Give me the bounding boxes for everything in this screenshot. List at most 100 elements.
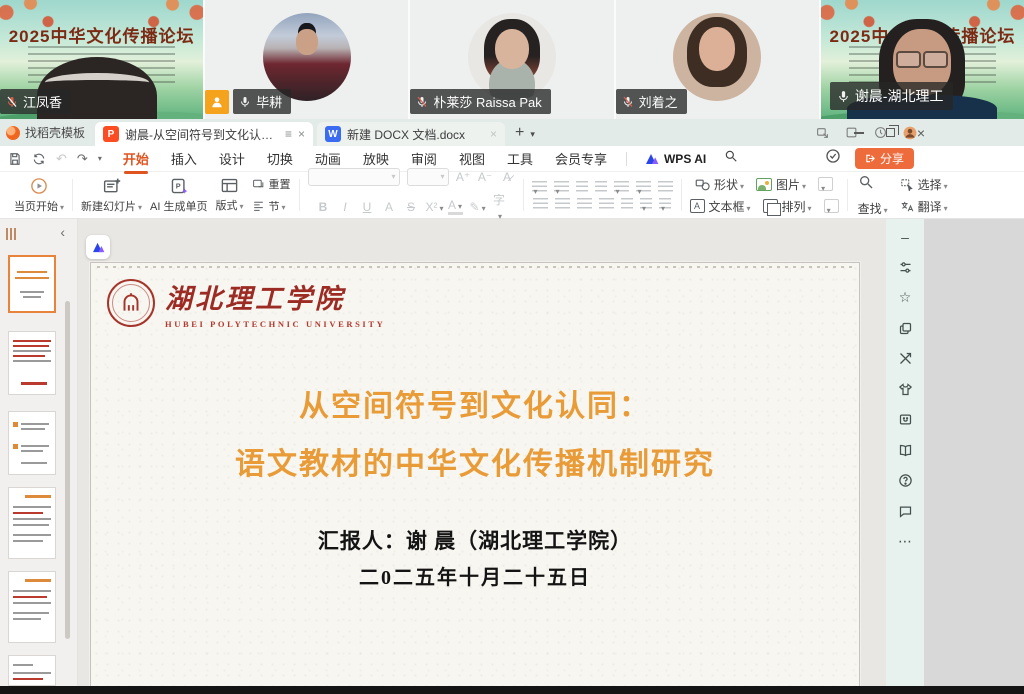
star-icon[interactable]: ☆ — [897, 289, 914, 306]
find-button[interactable]: 查找 — [858, 200, 888, 217]
textbox-button[interactable]: 文本框 — [690, 198, 751, 215]
window-controls: × — [854, 119, 925, 146]
participant-tile[interactable]: 朴莱莎 Raissa Pak — [410, 0, 613, 119]
close-tab-icon[interactable]: × — [490, 127, 497, 141]
new-slide-button[interactable]: 新建幻灯片 — [81, 177, 142, 214]
slide-thumbnail-5[interactable] — [8, 571, 56, 643]
char-spacing-button[interactable]: A — [382, 200, 397, 214]
font-color-button[interactable]: A — [448, 198, 463, 215]
bold-button[interactable]: B — [316, 200, 331, 214]
slide-date[interactable]: 二0二五年十月二十五日 — [91, 561, 859, 590]
slide-thumbnail-1-selected[interactable] — [8, 255, 56, 313]
font-family-select[interactable] — [308, 168, 400, 186]
help-icon[interactable] — [897, 472, 914, 489]
align-left-icon[interactable] — [533, 198, 548, 210]
menu-insert[interactable]: 插入 — [160, 144, 208, 173]
tab-presentation[interactable]: P 谢晨-从空间符号到文化认同： ≡ × — [95, 122, 313, 146]
reset-button[interactable]: 重置 — [252, 176, 291, 192]
highlight-color-button[interactable]: ✎ — [470, 200, 485, 214]
panel-scrollbar[interactable] — [65, 301, 70, 639]
menu-tools[interactable]: 工具 — [496, 144, 544, 173]
share-button[interactable]: 分享 — [855, 148, 914, 169]
picture-button[interactable]: 图片 — [756, 176, 806, 193]
hamburger-icon[interactable]: ≡ — [285, 127, 292, 141]
wps-ai-button[interactable]: WPS AI — [635, 152, 716, 166]
distribute-icon[interactable] — [640, 198, 652, 210]
docer-templates-button[interactable]: 找稻壳模板 — [0, 124, 95, 146]
section-button[interactable]: 节 — [252, 198, 291, 214]
slide-title[interactable]: 从空间符号到文化认同： 语文教材的中华文化传播机制研究 — [91, 381, 859, 483]
template-icon[interactable] — [897, 381, 914, 398]
save-icon[interactable] — [8, 152, 22, 166]
tools-icon[interactable] — [897, 350, 914, 367]
participant-tile[interactable]: 2025中华文化传播论坛 江凤香 — [0, 0, 203, 119]
chevron-down-icon[interactable]: ▾ — [98, 154, 102, 163]
new-tab-button[interactable]: + — [505, 124, 530, 146]
close-tab-icon[interactable]: × — [298, 127, 305, 141]
text-effects-button[interactable]: 字 — [492, 191, 507, 222]
more-icon[interactable]: ⋯ — [897, 533, 914, 550]
numbering-button[interactable] — [554, 181, 569, 193]
paragraph-more-icon[interactable] — [659, 198, 671, 210]
underline-button[interactable]: U — [360, 200, 375, 214]
slide-canvas[interactable]: 湖北理工学院 HUBEI POLYTECHNIC UNIVERSITY 从空间符… — [78, 219, 886, 694]
increase-indent-icon[interactable] — [595, 181, 607, 193]
wps-ai-floating-button[interactable] — [86, 235, 110, 259]
slide-thumbnail-2[interactable] — [8, 331, 56, 395]
close-icon[interactable]: × — [917, 126, 925, 140]
collapse-icon[interactable]: – — [897, 228, 914, 245]
chart-button-disabled[interactable] — [818, 177, 833, 191]
select-button[interactable]: 选择 — [900, 176, 948, 193]
objects-icon[interactable] — [897, 320, 914, 337]
columns-icon[interactable] — [621, 198, 633, 210]
search-icon[interactable] — [858, 174, 888, 195]
table-button-disabled[interactable] — [824, 199, 839, 213]
slide-thumbnail-4[interactable] — [8, 487, 56, 559]
menu-member[interactable]: 会员专享 — [544, 144, 618, 173]
minimize-icon[interactable] — [854, 132, 864, 134]
cloud-check-icon[interactable] — [825, 148, 841, 169]
bullets-button[interactable] — [532, 181, 547, 193]
ai-generate-page-button[interactable]: P AI 生成单页 — [150, 177, 207, 214]
translate-button[interactable]: 翻译 — [900, 198, 948, 215]
participant-tile[interactable]: 毕耕 — [205, 0, 408, 119]
properties-icon[interactable] — [897, 259, 914, 276]
text-direction-button[interactable] — [636, 181, 651, 193]
redo-icon[interactable]: ↷ — [77, 151, 88, 167]
layout-button[interactable]: 版式 — [215, 177, 243, 213]
comment-icon[interactable] — [897, 503, 914, 520]
start-from-current-button[interactable]: 当页开始 — [14, 177, 64, 214]
slide-presenter[interactable]: 汇报人：谢 晨（湖北理工学院） — [91, 525, 859, 555]
slide-page[interactable]: 湖北理工学院 HUBEI POLYTECHNIC UNIVERSITY 从空间符… — [90, 262, 860, 694]
superscript-button[interactable]: X² — [426, 200, 441, 214]
participant-tile[interactable]: 刘着之 — [616, 0, 819, 119]
font-size-select[interactable] — [407, 168, 449, 186]
menu-view[interactable]: 视图 — [448, 144, 496, 173]
decrease-indent-icon[interactable] — [576, 181, 588, 193]
slide-thumbnail-3[interactable] — [8, 411, 56, 475]
restore-icon[interactable] — [886, 128, 895, 137]
participant-tile-active-speaker[interactable]: 2025中华文化传播论坛 谢晨-湖北理工 — [821, 0, 1024, 119]
strikethrough-button[interactable]: S — [404, 200, 419, 214]
line-spacing-button[interactable] — [614, 181, 629, 193]
search-icon[interactable] — [724, 149, 738, 168]
arrange-button[interactable]: 排列 — [763, 198, 812, 215]
align-center-icon[interactable] — [555, 198, 570, 210]
tab-document[interactable]: W 新建 DOCX 文档.docx × — [317, 122, 505, 146]
shapes-button[interactable]: 形状 — [695, 176, 744, 193]
sync-icon[interactable] — [32, 152, 46, 166]
sticker-icon[interactable] — [897, 411, 914, 428]
book-icon[interactable] — [897, 442, 914, 459]
university-logo[interactable]: 湖北理工学院 HUBEI POLYTECHNIC UNIVERSITY — [107, 277, 385, 329]
justify-icon[interactable] — [599, 198, 614, 210]
align-right-icon[interactable] — [577, 198, 592, 210]
undo-icon[interactable]: ↶ — [56, 151, 67, 167]
slide-thumbnail-6[interactable] — [8, 655, 56, 686]
menu-design[interactable]: 设计 — [208, 144, 256, 173]
collapse-panel-chevron-icon[interactable]: ‹ — [60, 224, 65, 240]
menu-transition[interactable]: 切换 — [256, 144, 304, 173]
italic-button[interactable]: I — [338, 200, 353, 214]
menu-home[interactable]: 开始 — [112, 144, 160, 173]
convert-smartart-icon[interactable] — [658, 181, 673, 193]
capture-icon[interactable] — [816, 126, 829, 139]
